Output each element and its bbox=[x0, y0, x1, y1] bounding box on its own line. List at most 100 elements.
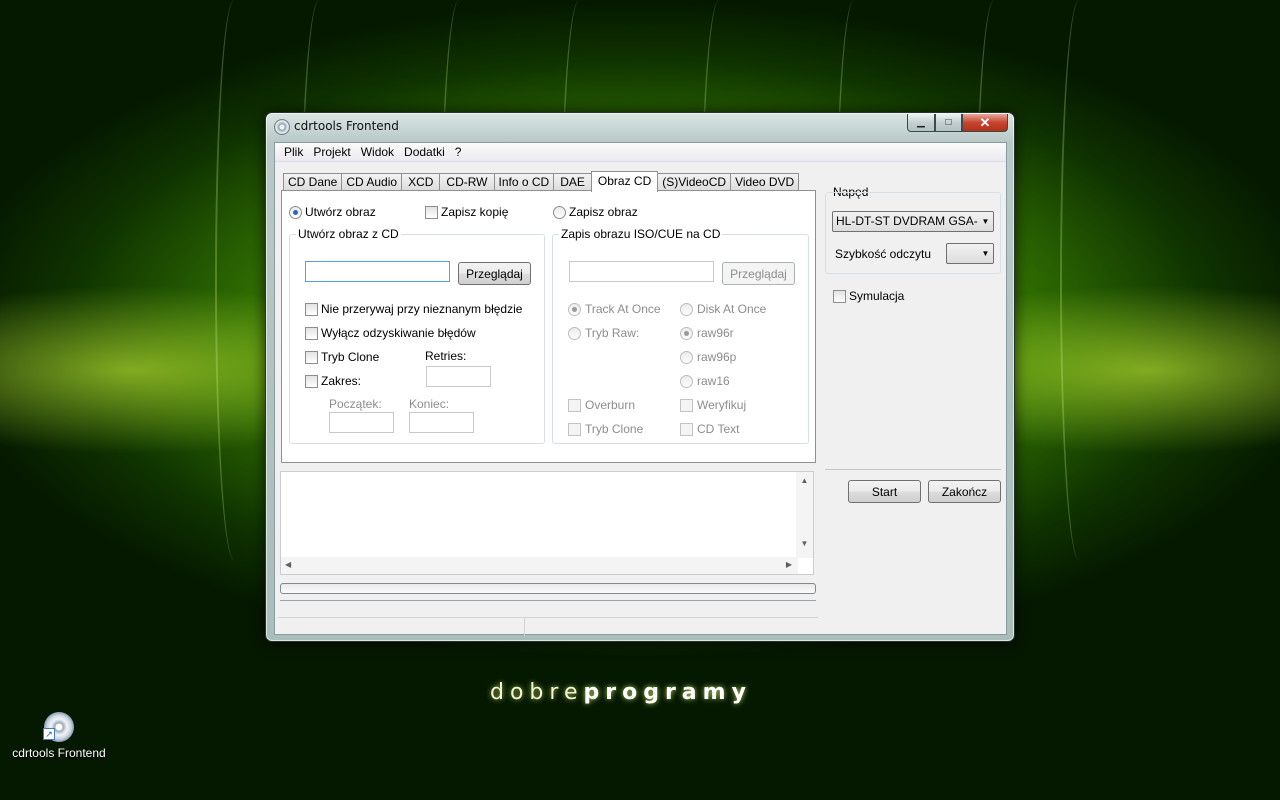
status-bar bbox=[278, 617, 818, 636]
ignore-errors-checkbox[interactable] bbox=[305, 303, 318, 316]
minimize-icon: ▁ bbox=[917, 117, 925, 128]
range-start-input[interactable] bbox=[329, 412, 394, 433]
brand-bold-text: programy bbox=[583, 680, 752, 705]
simulation-label: Symulacja bbox=[849, 289, 905, 303]
disk-at-once-radio[interactable] bbox=[680, 303, 693, 316]
clone-mode-label: Tryb Clone bbox=[321, 350, 380, 364]
tab-cd-audio[interactable]: CD Audio bbox=[341, 173, 403, 191]
write-image-radio[interactable] bbox=[553, 206, 566, 219]
end-label: Koniec: bbox=[409, 397, 450, 411]
raw96p-radio[interactable] bbox=[680, 351, 693, 364]
verify-checkbox[interactable] bbox=[680, 399, 693, 412]
chevron-down-icon: ▼ bbox=[978, 212, 993, 231]
create-group-title: Utwórz obraz z CD bbox=[296, 227, 401, 241]
maximize-button[interactable]: □ bbox=[935, 114, 962, 132]
menu-help[interactable]: ? bbox=[450, 145, 467, 159]
menu-plik[interactable]: Plik bbox=[279, 145, 308, 159]
shortcut-arrow-icon: ↗ bbox=[43, 728, 55, 740]
raw96p-label: raw96p bbox=[697, 350, 737, 364]
no-recovery-checkbox[interactable] bbox=[305, 327, 318, 340]
simulation-checkbox[interactable] bbox=[833, 290, 846, 303]
raw16-radio[interactable] bbox=[680, 375, 693, 388]
range-checkbox[interactable] bbox=[305, 375, 318, 388]
start-label: Początek: bbox=[329, 397, 382, 411]
tab-dae[interactable]: DAE bbox=[553, 173, 592, 191]
write-browse-button[interactable]: Przeglądaj bbox=[722, 262, 795, 285]
chevron-down-icon: ▼ bbox=[978, 244, 993, 263]
retries-input[interactable] bbox=[426, 366, 491, 387]
ignore-errors-label: Nie przerywaj przy nieznanym błędzie bbox=[321, 302, 523, 316]
save-copy-checkbox[interactable] bbox=[425, 206, 438, 219]
tab-strip: CD Dane CD Audio XCD CD-RW Info o CD DAE… bbox=[283, 171, 800, 192]
close-icon: ✕ bbox=[979, 114, 991, 130]
write-clone-checkbox[interactable] bbox=[568, 423, 581, 436]
tab-cd-dane[interactable]: CD Dane bbox=[283, 173, 343, 191]
menu-projekt[interactable]: Projekt bbox=[308, 145, 355, 159]
tab-obraz-cd[interactable]: Obraz CD bbox=[590, 171, 659, 192]
wallpaper-brand: dobreprogramy bbox=[490, 680, 752, 705]
save-copy-label: Zapisz kopię bbox=[441, 205, 509, 219]
brand-light-text: dobre bbox=[490, 680, 584, 705]
progress-bar bbox=[280, 583, 816, 594]
minimize-button[interactable]: ▁ bbox=[907, 114, 935, 132]
maximize-icon: □ bbox=[945, 117, 952, 128]
raw96r-radio[interactable] bbox=[680, 327, 693, 340]
disk-at-once-label: Disk At Once bbox=[697, 302, 767, 316]
write-image-label: Zapisz obraz bbox=[569, 205, 638, 219]
tab-video-dvd[interactable]: Video DVD bbox=[730, 173, 800, 191]
tab-info-o-cd[interactable]: Info o CD bbox=[493, 173, 555, 191]
log-horizontal-scrollbar[interactable]: ◀ ▶ bbox=[281, 557, 798, 574]
write-group-title: Zapis obrazu ISO/CUE na CD bbox=[559, 227, 723, 241]
client-area: Plik Projekt Widok Dodatki ? CD Dane CD … bbox=[274, 142, 1007, 636]
no-recovery-label: Wyłącz odzyskiwanie błędów bbox=[321, 326, 476, 340]
menu-bar: Plik Projekt Widok Dodatki ? bbox=[275, 143, 1006, 162]
scroll-down-icon[interactable]: ▼ bbox=[796, 539, 813, 548]
raw-mode-label: Tryb Raw: bbox=[585, 326, 640, 340]
tab-cd-rw[interactable]: CD-RW bbox=[439, 173, 495, 191]
cd-text-checkbox[interactable] bbox=[680, 423, 693, 436]
drive-select[interactable]: HL-DT-ST DVDRAM GSA-H ▼ bbox=[832, 211, 994, 232]
iso-path-input[interactable] bbox=[569, 261, 714, 282]
scroll-right-icon[interactable]: ▶ bbox=[786, 560, 792, 569]
range-end-input[interactable] bbox=[409, 412, 474, 433]
image-path-input[interactable] bbox=[305, 261, 450, 282]
side-divider bbox=[825, 469, 1001, 470]
write-clone-label: Tryb Clone bbox=[585, 422, 644, 436]
close-button[interactable]: ✕ bbox=[962, 114, 1008, 132]
cd-text-label: CD Text bbox=[697, 422, 740, 436]
clone-mode-checkbox[interactable] bbox=[305, 351, 318, 364]
read-speed-select[interactable]: ▼ bbox=[946, 243, 994, 264]
start-button[interactable]: Start bbox=[848, 480, 921, 503]
wallpaper-swirl bbox=[1060, 0, 1098, 560]
scroll-up-icon[interactable]: ▲ bbox=[796, 476, 813, 485]
title-bar[interactable]: cdrtools Frontend ▁ □ ✕ bbox=[266, 113, 1014, 141]
read-speed-label: Szybkość odczytu bbox=[835, 247, 932, 261]
app-window: cdrtools Frontend ▁ □ ✕ Plik Projekt Wid… bbox=[265, 112, 1015, 642]
scroll-left-icon[interactable]: ◀ bbox=[285, 560, 291, 569]
tab-xcd[interactable]: XCD bbox=[401, 173, 441, 191]
desktop-shortcut-label[interactable]: cdrtools Frontend bbox=[0, 746, 118, 760]
create-image-group: Utwórz obraz z CD Przeglądaj Nie przeryw… bbox=[289, 227, 545, 444]
raw-mode-radio[interactable] bbox=[568, 327, 581, 340]
create-image-label: Utwórz obraz bbox=[305, 205, 376, 219]
create-browse-button[interactable]: Przeglądaj bbox=[458, 262, 531, 285]
cd-icon bbox=[274, 119, 290, 135]
menu-widok[interactable]: Widok bbox=[356, 145, 399, 159]
track-at-once-radio[interactable] bbox=[568, 303, 581, 316]
track-at-once-label: Track At Once bbox=[585, 302, 661, 316]
tab-panel-obraz-cd: Utwórz obraz Zapisz kopię Zapisz obraz U… bbox=[281, 190, 816, 463]
verify-label: Weryfikuj bbox=[697, 398, 747, 412]
window-title: cdrtools Frontend bbox=[294, 119, 399, 133]
close-app-button[interactable]: Zakończ bbox=[928, 480, 1001, 503]
menu-dodatki[interactable]: Dodatki bbox=[399, 145, 450, 159]
log-vertical-scrollbar[interactable]: ▲ ▼ bbox=[796, 472, 813, 558]
create-image-radio[interactable] bbox=[289, 206, 302, 219]
raw96r-label: raw96r bbox=[697, 326, 734, 340]
range-label: Zakres: bbox=[321, 374, 362, 388]
progress-ticks bbox=[280, 595, 816, 601]
tab-svideocd[interactable]: (S)VideoCD bbox=[657, 173, 732, 191]
wallpaper-swirl bbox=[215, 0, 253, 560]
overburn-checkbox[interactable] bbox=[568, 399, 581, 412]
log-output[interactable]: ▲ ▼ ◀ ▶ bbox=[280, 471, 814, 575]
overburn-label: Overburn bbox=[585, 398, 636, 412]
